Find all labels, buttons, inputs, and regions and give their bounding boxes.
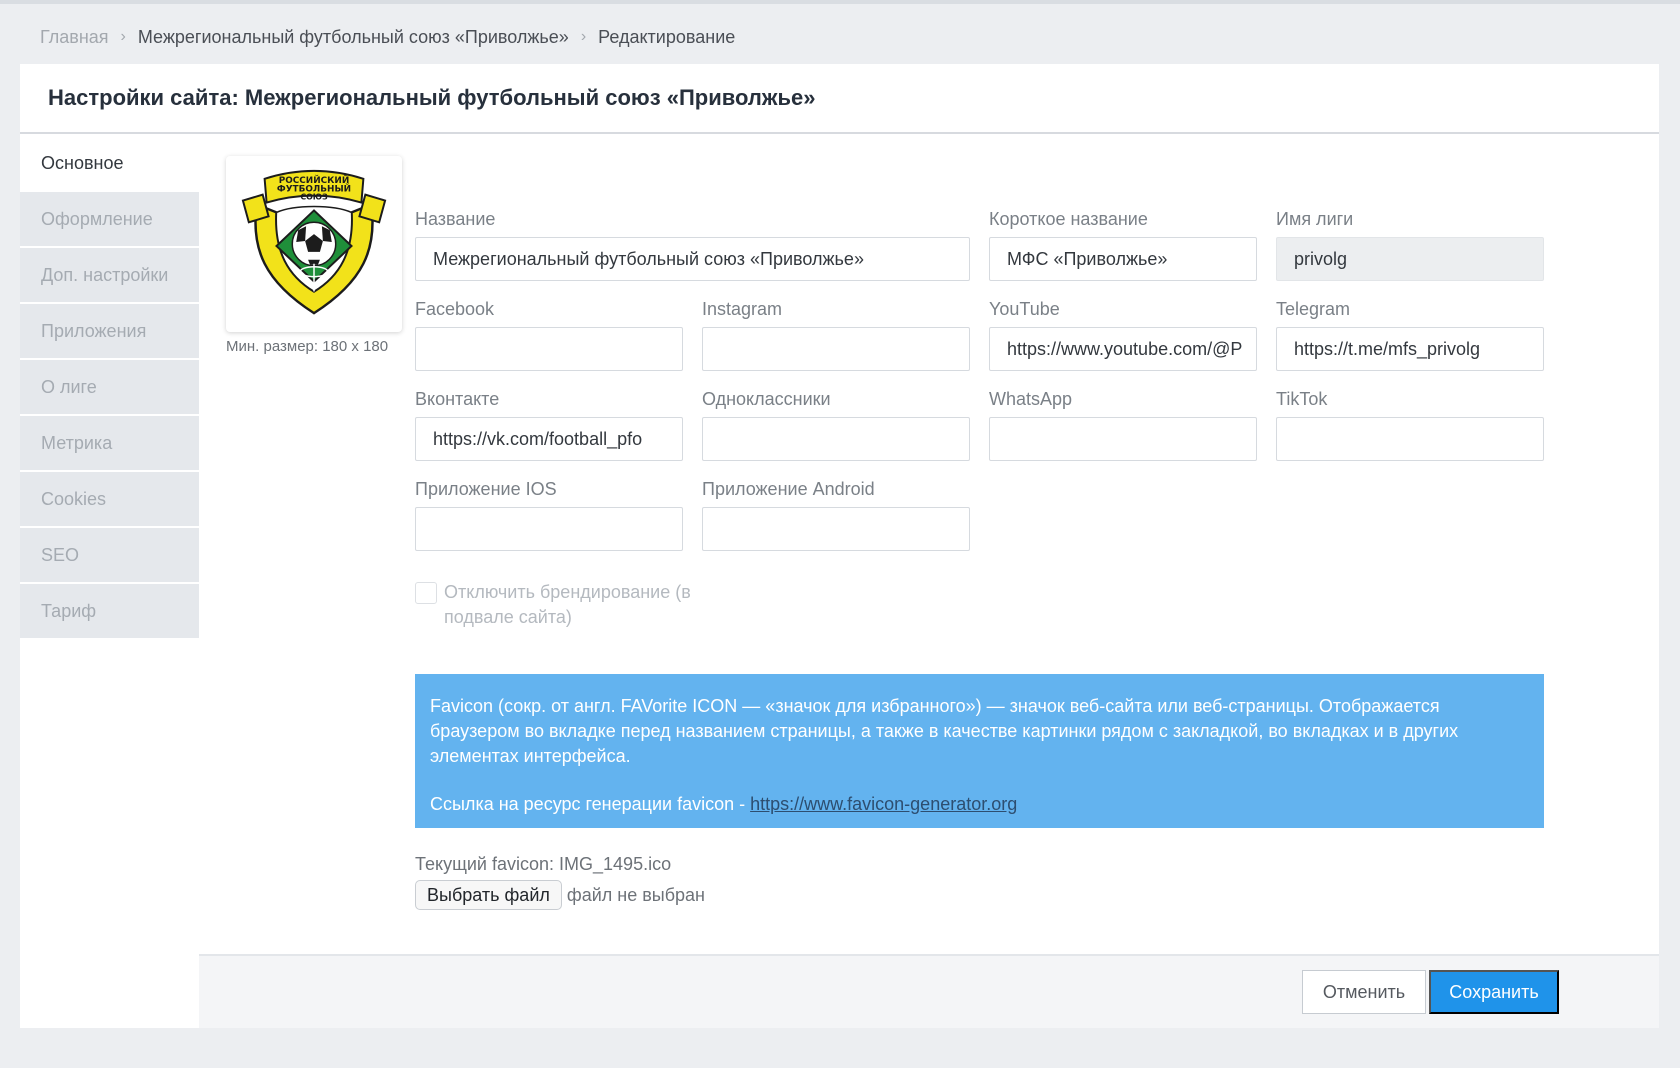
favicon-file-picker: Выбрать файл файл не выбран [415, 880, 705, 910]
telegram-label: Telegram [1276, 299, 1351, 319]
android-app-label: Приложение Android [702, 479, 875, 499]
form-actions-bar: Отменить Сохранить [199, 954, 1659, 1028]
instagram-label: Instagram [702, 299, 783, 319]
tab-tariff[interactable]: Тариф [20, 584, 199, 640]
youtube-label: YouTube [989, 299, 1060, 319]
name-input[interactable]: Межрегиональный футбольный союз «Приволж… [415, 237, 970, 281]
tiktok-label: TikTok [1276, 389, 1328, 409]
tab-extra-settings[interactable]: Доп. настройки [20, 248, 199, 304]
breadcrumb-home-link[interactable]: Главная [40, 27, 109, 48]
tab-about-league[interactable]: О лиге [20, 360, 199, 416]
ok-input[interactable] [702, 417, 970, 461]
ok-label: Одноклассники [702, 389, 831, 409]
branding-option: Отключить брендирование (в подвале сайта… [415, 580, 734, 630]
tab-metrics[interactable]: Метрика [20, 416, 199, 472]
tab-cookies[interactable]: Cookies [20, 472, 199, 528]
facebook-input[interactable] [415, 327, 683, 371]
current-favicon: Текущий favicon: IMG_1495.ico [415, 854, 672, 874]
top-border [0, 0, 1680, 4]
card-header: Настройки сайта: Межрегиональный футболь… [20, 64, 1659, 134]
tab-main[interactable]: Основное [20, 136, 199, 192]
settings-card: Настройки сайта: Межрегиональный футболь… [20, 64, 1659, 1028]
chevron-right-icon: › [120, 28, 126, 45]
league-name-input: privolg [1276, 237, 1544, 281]
page-title: Настройки сайта: Межрегиональный футболь… [48, 85, 816, 110]
tab-design[interactable]: Оформление [20, 192, 199, 248]
short-name-label: Короткое название [989, 209, 1148, 229]
breadcrumb-league-link[interactable]: Межрегиональный футбольный союз «Приволж… [138, 27, 569, 48]
disable-branding-checkbox[interactable] [415, 582, 437, 604]
tab-seo[interactable]: SEO [20, 528, 199, 584]
league-name-label: Имя лиги [1276, 209, 1354, 229]
vk-label: Вконтакте [415, 389, 500, 409]
disable-branding-label[interactable]: Отключить брендирование (в подвале сайта… [444, 580, 734, 630]
favicon-link-prefix: Ссылка на ресурс генерации favicon - [430, 794, 751, 814]
logo-size-hint: Мин. размер: 180 x 180 [226, 338, 389, 355]
main-settings-panel: РОССИЙСКИЙ ФУТБОЛЬНЫЙ СОЮЗ Мин. размер: … [199, 136, 1659, 1028]
name-label: Название [415, 209, 496, 229]
league-logo: РОССИЙСКИЙ ФУТБОЛЬНЫЙ СОЮЗ [241, 170, 387, 315]
save-button[interactable]: Сохранить [1429, 970, 1559, 1014]
chevron-right-icon: › [580, 28, 587, 45]
whatsapp-input[interactable] [989, 417, 1257, 461]
ios-app-label: Приложение IOS [415, 479, 557, 499]
tiktok-input[interactable] [1276, 417, 1544, 461]
svg-text:СОЮЗ: СОЮЗ [300, 193, 328, 202]
breadcrumb-current: Редактирование [598, 26, 736, 47]
whatsapp-label: WhatsApp [989, 389, 1073, 409]
facebook-label: Facebook [415, 299, 495, 319]
choose-file-button[interactable]: Выбрать файл [415, 880, 562, 910]
short-name-input[interactable]: МФС «Приволжье» [989, 237, 1257, 281]
league-logo-upload[interactable]: РОССИЙСКИЙ ФУТБОЛЬНЫЙ СОЮЗ [226, 156, 402, 332]
settings-tabs: Основное Оформление Доп. настройки Прило… [20, 136, 199, 640]
favicon-info-text: Favicon (сокр. от англ. FAVorite ICON — … [430, 696, 1459, 766]
vk-input[interactable]: https://vk.com/football_pfo [415, 417, 683, 461]
breadcrumb: Главная › Межрегиональный футбольный сою… [40, 24, 735, 50]
telegram-input[interactable]: https://t.me/mfs_privolg [1276, 327, 1544, 371]
favicon-info-box: Favicon (сокр. от англ. FAVorite ICON — … [415, 674, 1544, 828]
instagram-input[interactable] [702, 327, 970, 371]
android-app-input[interactable] [702, 507, 970, 551]
youtube-input[interactable]: https://www.youtube.com/@P [989, 327, 1257, 371]
tab-apps[interactable]: Приложения [20, 304, 199, 360]
favicon-link-line: Ссылка на ресурс генерации favicon - htt… [430, 792, 1529, 817]
cancel-button[interactable]: Отменить [1302, 970, 1426, 1014]
ios-app-input[interactable] [415, 507, 683, 551]
file-status: файл не выбран [566, 884, 705, 905]
favicon-generator-link[interactable]: https://www.favicon-generator.org [750, 794, 1017, 814]
